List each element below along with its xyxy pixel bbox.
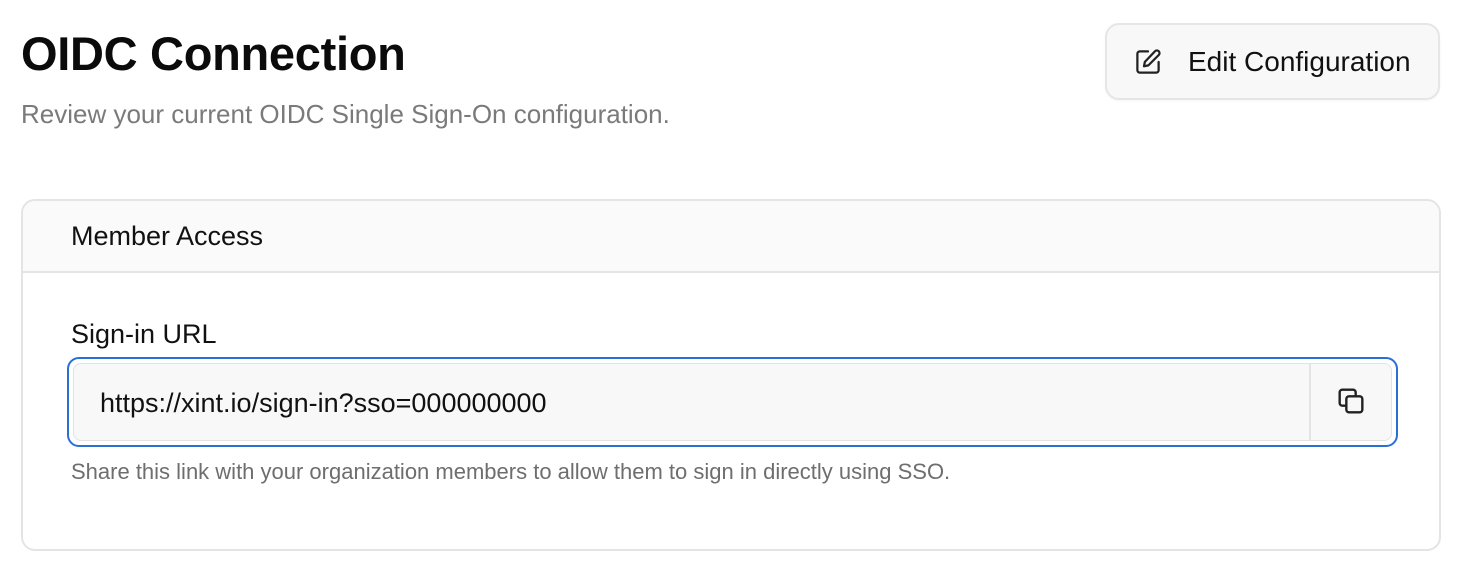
page-subtitle: Review your current OIDC Single Sign-On … [21,99,670,129]
card-title: Member Access [71,220,264,251]
sign-in-url-field-group [67,357,1398,447]
sign-in-url-helper-text: Share this link with your organization m… [71,459,951,484]
sign-in-url-label: Sign-in URL [71,319,217,349]
edit-configuration-label: Edit Configuration [1188,45,1411,77]
copy-url-button[interactable] [1309,364,1391,440]
sign-in-url-inner [73,363,1392,441]
sign-in-url-input[interactable] [74,364,1309,440]
member-access-card: Member Access Sign-in URL Share this lin… [21,199,1441,551]
copy-icon [1335,385,1367,420]
oidc-connection-page: OIDC Connection Review your current OIDC… [0,0,1462,574]
card-header: Member Access [23,201,1439,273]
edit-configuration-button[interactable]: Edit Configuration [1105,23,1440,100]
edit-icon [1133,47,1163,77]
page-title: OIDC Connection [21,27,406,80]
